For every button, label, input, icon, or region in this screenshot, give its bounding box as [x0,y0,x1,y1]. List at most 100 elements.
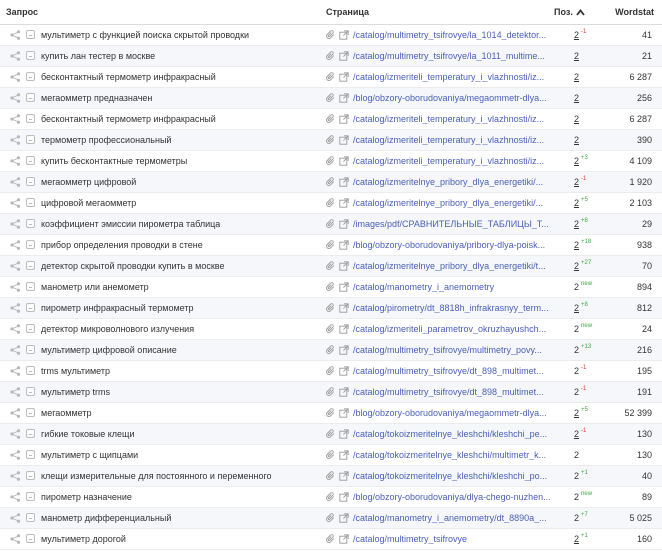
share-icon[interactable] [10,29,21,40]
column-header-wordstat[interactable]: Wordstat [602,0,662,25]
external-link-icon[interactable] [339,176,349,187]
collapse-toggle-icon[interactable] [26,72,35,81]
share-icon[interactable] [10,386,21,397]
external-link-icon[interactable] [339,281,349,292]
page-link[interactable]: /blog/obzory-oborudovaniya/megaommetr-dl… [353,408,547,418]
share-icon[interactable] [10,176,21,187]
attachment-icon[interactable] [326,344,336,355]
attachment-icon[interactable] [326,533,336,544]
table-row[interactable]: прибор определения проводки в стене/blog… [0,234,662,255]
share-icon[interactable] [10,512,21,523]
collapse-toggle-icon[interactable] [26,450,35,459]
collapse-toggle-icon[interactable] [26,387,35,396]
table-row[interactable]: коэффициент эмиссии пирометра таблица/im… [0,213,662,234]
attachment-icon[interactable] [326,323,336,334]
attachment-icon[interactable] [326,470,336,481]
page-link[interactable]: /catalog/multimetry_tsifrovye/la_1014_de… [353,30,546,40]
collapse-toggle-icon[interactable] [26,51,35,60]
collapse-toggle-icon[interactable] [26,513,35,522]
position-value[interactable]: 2 [574,72,579,82]
external-link-icon[interactable] [339,302,349,313]
attachment-icon[interactable] [326,428,336,439]
position-value[interactable]: 2 [574,387,579,397]
position-value[interactable]: 2 [574,135,579,145]
external-link-icon[interactable] [339,134,349,145]
position-value[interactable]: 2 [574,156,579,166]
share-icon[interactable] [10,428,21,439]
page-link[interactable]: /catalog/izmeriteli_temperatury_i_vlazhn… [353,114,544,124]
attachment-icon[interactable] [326,29,336,40]
share-icon[interactable] [10,71,21,82]
attachment-icon[interactable] [326,281,336,292]
collapse-toggle-icon[interactable] [26,492,35,501]
share-icon[interactable] [10,323,21,334]
table-row[interactable]: цифровой мегаомметр/catalog/izmeritelnye… [0,192,662,213]
table-row[interactable]: мультиметр цифровой описание/catalog/mul… [0,339,662,360]
page-link[interactable]: /catalog/multimetry_tsifrovye/la_1011_mu… [353,51,545,61]
external-link-icon[interactable] [339,218,349,229]
collapse-toggle-icon[interactable] [26,261,35,270]
collapse-toggle-icon[interactable] [26,156,35,165]
external-link-icon[interactable] [339,92,349,103]
collapse-toggle-icon[interactable] [26,345,35,354]
table-row[interactable]: пирометр назначение/blog/obzory-oborudov… [0,486,662,507]
attachment-icon[interactable] [326,218,336,229]
attachment-icon[interactable] [326,71,336,82]
page-link[interactable]: /catalog/multimetry_tsifrovye/dt_898_mul… [353,366,544,376]
collapse-toggle-icon[interactable] [26,303,35,312]
share-icon[interactable] [10,239,21,250]
position-value[interactable]: 2 [574,429,579,439]
page-link[interactable]: /catalog/izmeriteli_temperatury_i_vlazhn… [353,72,544,82]
attachment-icon[interactable] [326,449,336,460]
share-icon[interactable] [10,533,21,544]
position-value[interactable]: 2 [574,534,579,544]
collapse-toggle-icon[interactable] [26,198,35,207]
attachment-icon[interactable] [326,113,336,124]
attachment-icon[interactable] [326,365,336,376]
page-link[interactable]: /catalog/manometry_i_anemometry/dt_8890a… [353,513,547,523]
attachment-icon[interactable] [326,134,336,145]
external-link-icon[interactable] [339,323,349,334]
page-link[interactable]: /catalog/tokoizmeritelnye_kleshchi/multi… [353,450,546,460]
table-row[interactable]: детектор скрытой проводки купить в москв… [0,255,662,276]
share-icon[interactable] [10,50,21,61]
collapse-toggle-icon[interactable] [26,471,35,480]
external-link-icon[interactable] [339,428,349,439]
table-row[interactable]: мультиметр дорогой/catalog/multimetry_ts… [0,528,662,549]
position-value[interactable]: 2 [574,261,579,271]
position-value[interactable]: 2 [574,30,579,40]
position-value[interactable]: 2 [574,177,579,187]
position-value[interactable]: 2 [574,282,579,292]
page-link[interactable]: /catalog/izmeriteli_temperatury_i_vlazhn… [353,156,544,166]
share-icon[interactable] [10,134,21,145]
external-link-icon[interactable] [339,239,349,250]
share-icon[interactable] [10,197,21,208]
table-row[interactable]: мегаомметр/blog/obzory-oborudovaniya/meg… [0,402,662,423]
share-icon[interactable] [10,281,21,292]
table-row[interactable]: бесконтактный термометр инфракрасный/cat… [0,108,662,129]
position-value[interactable]: 2 [574,198,579,208]
column-header-query[interactable]: Запрос [0,0,320,25]
position-value[interactable]: 2 [574,324,579,334]
table-row[interactable]: термометр профессиональный/catalog/izmer… [0,129,662,150]
position-value[interactable]: 2 [574,471,579,481]
share-icon[interactable] [10,344,21,355]
collapse-toggle-icon[interactable] [26,135,35,144]
position-value[interactable]: 2 [574,408,579,418]
external-link-icon[interactable] [339,365,349,376]
attachment-icon[interactable] [326,92,336,103]
external-link-icon[interactable] [339,197,349,208]
collapse-toggle-icon[interactable] [26,534,35,543]
collapse-toggle-icon[interactable] [26,324,35,333]
share-icon[interactable] [10,491,21,502]
external-link-icon[interactable] [339,533,349,544]
external-link-icon[interactable] [339,71,349,82]
attachment-icon[interactable] [326,197,336,208]
external-link-icon[interactable] [339,155,349,166]
page-link[interactable]: /catalog/manometry_i_anemometry [353,282,494,292]
table-row[interactable]: клещи измерительные для постоянного и пе… [0,465,662,486]
position-value[interactable]: 2 [574,492,579,502]
share-icon[interactable] [10,218,21,229]
external-link-icon[interactable] [339,407,349,418]
table-row[interactable]: мегаомметр предназначен/blog/obzory-obor… [0,87,662,108]
